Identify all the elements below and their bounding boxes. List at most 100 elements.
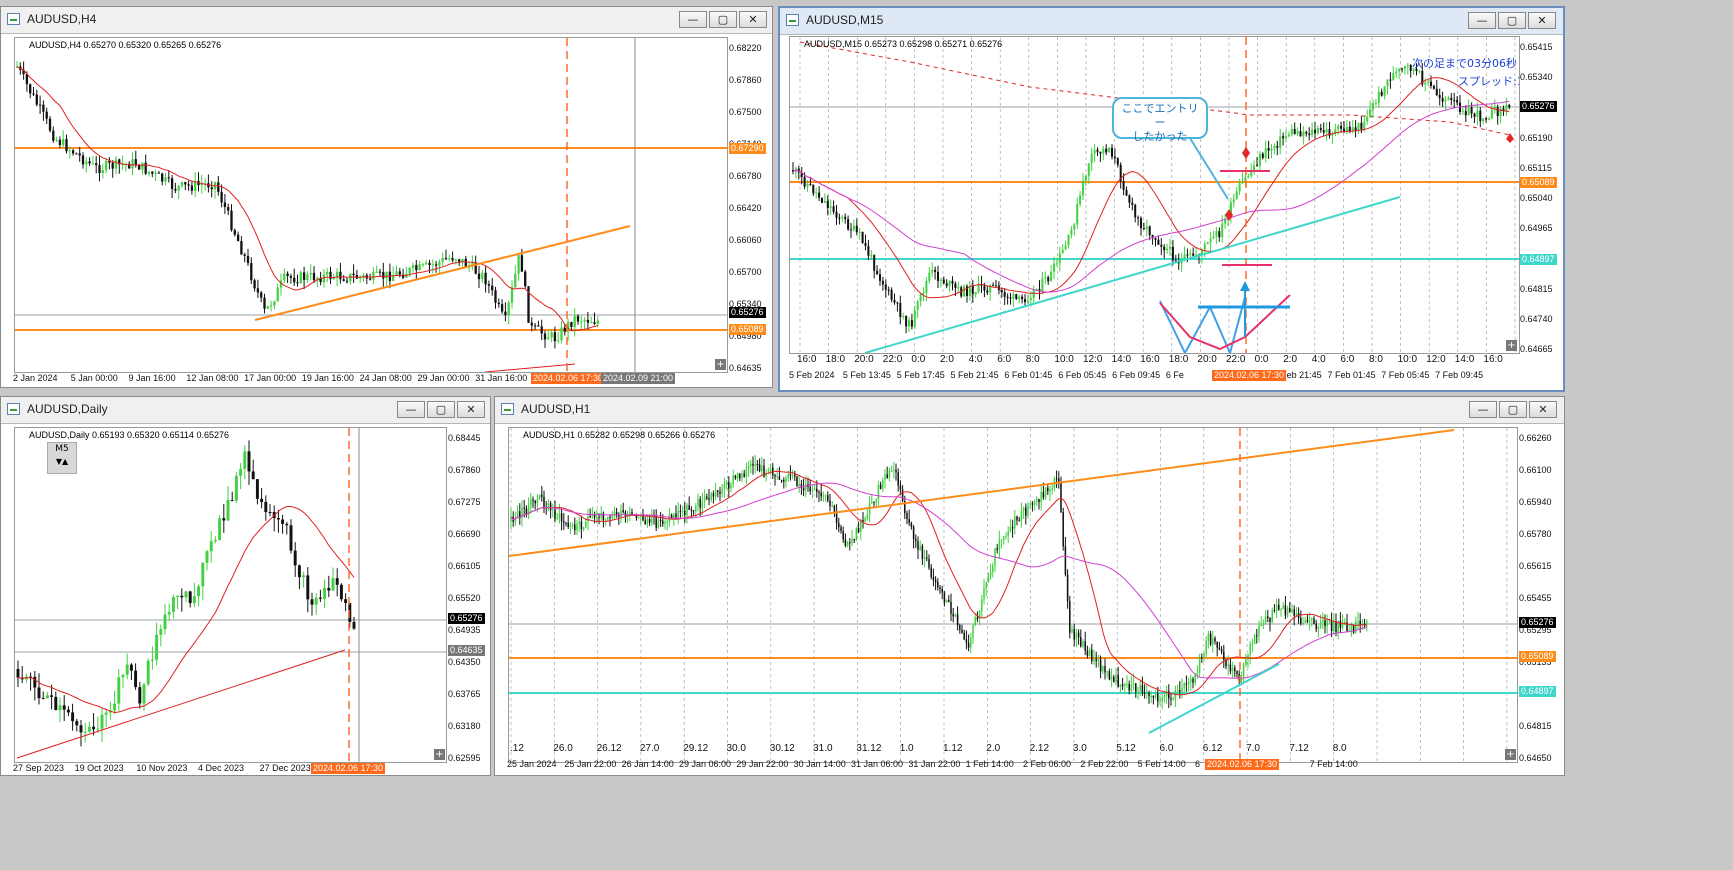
candle-body	[78, 153, 81, 156]
candle-body	[1374, 103, 1377, 105]
titlebar-m15[interactable]: AUDUSD,M15 — ▢ ✕	[780, 8, 1563, 35]
candle-body	[965, 639, 968, 643]
chart-window-h1[interactable]: AUDUSD,H1 — ▢ ✕ AUDUSD,H1 0.65282 0.6529…	[494, 396, 1565, 776]
candle-body	[954, 283, 957, 288]
candle-body	[1091, 649, 1093, 662]
candle-body	[375, 271, 378, 273]
candle-body	[1031, 503, 1034, 505]
scroll-end-button[interactable]: +	[1505, 749, 1516, 760]
maximize-button[interactable]: ▢	[1498, 12, 1526, 29]
candle-body	[1273, 610, 1276, 612]
plot-area-m15[interactable]: AUDUSD,M15 0.65273 0.65298 0.65271 0.652…	[789, 36, 1520, 354]
candle-body	[1183, 683, 1185, 688]
candle-body	[155, 634, 159, 660]
candle-body	[1108, 671, 1111, 680]
plot-area-h1[interactable]: AUDUSD,H1 0.65282 0.65298 0.65266 0.6527…	[508, 427, 1518, 763]
candle-body	[1505, 104, 1508, 111]
candle-body	[144, 162, 147, 174]
candle-body	[1179, 690, 1181, 692]
candle-body	[1145, 226, 1148, 230]
candle-body	[931, 269, 934, 273]
candle-body	[230, 500, 234, 502]
candle-body	[1339, 620, 1342, 628]
callout-pointer	[1187, 134, 1229, 200]
chart-window-daily[interactable]: AUDUSD,Daily — ▢ ✕ AUDUSD,Daily 0.65193 …	[0, 396, 491, 776]
candle-body	[1293, 609, 1295, 616]
candle-body	[907, 320, 911, 327]
candle-body	[398, 271, 401, 275]
chart-window-m15[interactable]: AUDUSD,M15 — ▢ ✕ AUDUSD,M15 0.65273 0.65…	[778, 6, 1565, 392]
titlebar-daily[interactable]: AUDUSD,Daily — ▢ ✕	[1, 397, 490, 424]
scroll-end-button[interactable]: +	[434, 749, 445, 760]
candle-body	[1487, 118, 1491, 120]
candle-body	[1064, 546, 1067, 575]
maximize-button[interactable]: ▢	[709, 11, 737, 28]
candle-body	[1258, 625, 1260, 636]
close-button[interactable]: ✕	[739, 11, 767, 28]
candle-body	[1380, 91, 1383, 96]
candle-body	[96, 728, 100, 730]
minimize-button[interactable]: —	[397, 401, 425, 418]
candle-body	[1240, 677, 1243, 681]
candle-body	[283, 273, 286, 281]
plot-area-daily[interactable]: AUDUSD,Daily 0.65193 0.65320 0.65114 0.6…	[14, 427, 447, 763]
maximize-button[interactable]: ▢	[427, 401, 455, 418]
timeframe-arrows[interactable]: ▼▲	[48, 456, 76, 468]
candle-body	[543, 333, 547, 340]
candle-body	[852, 225, 855, 231]
window-title: AUDUSD,H4	[27, 12, 97, 26]
scroll-end-button[interactable]: +	[715, 359, 726, 370]
candle-body	[734, 475, 737, 479]
hour-tick-label: 0:0	[911, 354, 926, 365]
timeframe-up-icon[interactable]: ▲	[62, 457, 68, 466]
candle-body	[1398, 68, 1401, 72]
close-button[interactable]: ✕	[1529, 401, 1557, 418]
maximize-button[interactable]: ▢	[1499, 401, 1527, 418]
timeframe-panel[interactable]: M5 ▼▲	[47, 442, 77, 474]
candle-body	[1105, 148, 1108, 153]
candle-body	[83, 731, 87, 733]
candle-body	[1206, 242, 1209, 245]
scroll-end-button[interactable]: +	[1506, 340, 1517, 351]
candle-body	[554, 509, 556, 519]
candle-body	[831, 505, 833, 507]
close-button[interactable]: ✕	[1528, 12, 1556, 29]
close-button[interactable]: ✕	[457, 401, 485, 418]
candle-body	[1322, 620, 1324, 623]
candle-body	[197, 586, 201, 597]
candle-body	[42, 104, 45, 112]
price-tick-label: 0.67860	[729, 75, 762, 85]
candle-body	[886, 474, 888, 478]
candle-body	[481, 272, 484, 280]
candle-body	[236, 234, 240, 242]
cursor-time-tag-2: 2024.02.09 21:00	[601, 373, 676, 384]
candle-body	[783, 479, 785, 482]
minimize-button[interactable]: —	[1469, 401, 1497, 418]
candle-body	[532, 499, 534, 502]
plot-area-h4[interactable]: AUDUSD,H4 0.65270 0.65320 0.65265 0.6527…	[14, 37, 728, 373]
minimize-button[interactable]: —	[1468, 12, 1496, 29]
candle-body	[688, 505, 690, 510]
candle-body	[1172, 699, 1174, 701]
day-tick-label: 29.12	[683, 743, 709, 754]
candle-body	[510, 287, 514, 303]
candle-body	[563, 521, 565, 523]
day-tick-label: 6.12	[1202, 743, 1223, 754]
titlebar-h1[interactable]: AUDUSD,H1 — ▢ ✕	[495, 397, 1564, 424]
chart-window-h4[interactable]: AUDUSD,H4 — ▢ ✕ AUDUSD,H4 0.65270 0.6532…	[0, 6, 773, 388]
candle-body	[827, 495, 829, 501]
candle-body	[1299, 131, 1302, 137]
candle-body	[923, 557, 926, 559]
candle-body	[657, 520, 660, 528]
time-tick-label: 2 Jan 2024	[13, 373, 58, 383]
candle-body	[968, 286, 971, 297]
candle-body	[560, 327, 563, 341]
candle-body	[824, 495, 827, 497]
minimize-button[interactable]: —	[679, 11, 707, 28]
candle-body	[925, 280, 928, 294]
candle-body	[1284, 605, 1287, 616]
candle-body	[921, 546, 924, 559]
titlebar-h4[interactable]: AUDUSD,H4 — ▢ ✕	[1, 7, 772, 34]
candle-body	[50, 695, 54, 697]
hour-tick-label: 8:0	[1025, 354, 1040, 365]
